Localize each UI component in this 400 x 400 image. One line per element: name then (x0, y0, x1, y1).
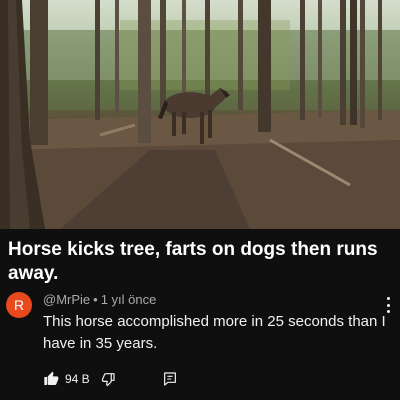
comment-actions: 94 B (43, 369, 178, 389)
meta-separator: • (93, 292, 98, 307)
avatar-letter: R (13, 297, 25, 313)
comment-meta: @MrPie • 1 yıl önce (43, 292, 156, 307)
thumbs-up-icon (44, 371, 59, 385)
comment-time: 1 yıl önce (100, 292, 157, 307)
avatar[interactable]: R (6, 292, 32, 318)
reply-icon (163, 372, 176, 386)
reply-button[interactable] (162, 371, 178, 387)
forest-horse-scene (0, 0, 400, 229)
like-count: 94 B (65, 372, 90, 386)
thumbs-down-icon (101, 373, 115, 387)
like-button[interactable]: 94 B (43, 371, 90, 387)
video-title: Horse kicks tree, farts on dogs then run… (8, 239, 378, 284)
dislike-button[interactable] (100, 371, 116, 387)
comment-text: This horse accomplished more in 25 secon… (43, 313, 386, 352)
comment-author[interactable]: @MrPie (43, 292, 90, 307)
video-thumbnail[interactable] (0, 0, 400, 229)
